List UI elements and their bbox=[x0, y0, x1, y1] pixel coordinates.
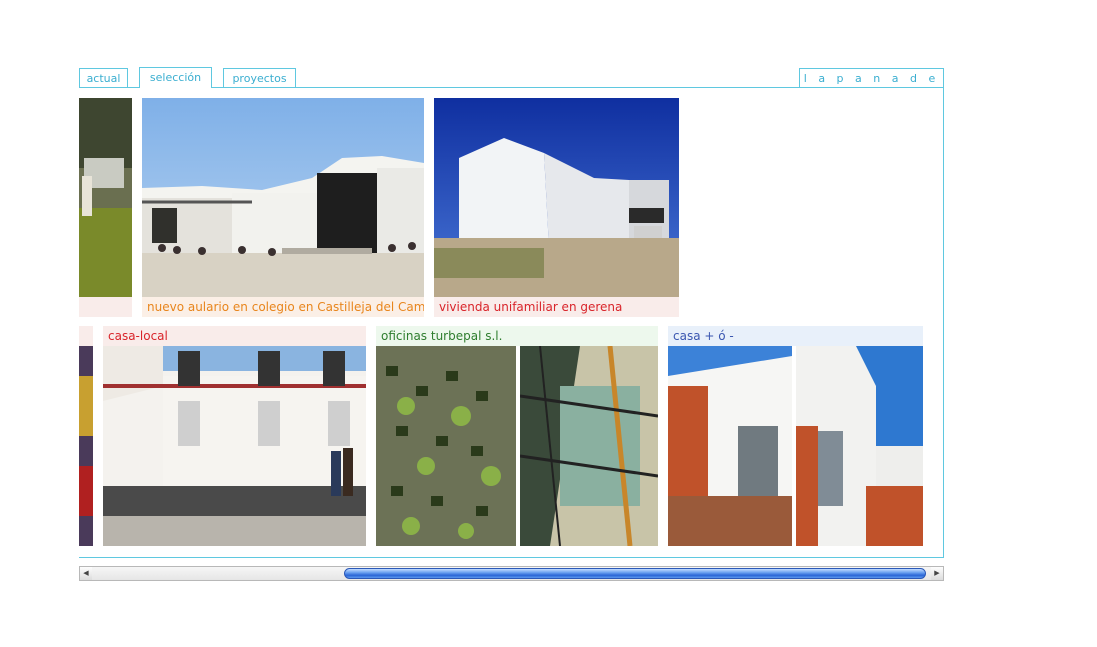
caption-aulario-castilleja[interactable]: nuevo aulario en colegio en Castilleja d… bbox=[142, 297, 424, 317]
tab-actual[interactable]: actual bbox=[79, 68, 128, 87]
gallery-viewport[interactable]: nuevo aulario en colegio en Castilleja d… bbox=[79, 88, 943, 557]
project-photo-partial-1[interactable] bbox=[79, 98, 132, 297]
scroll-right-icon[interactable]: ▶ bbox=[931, 567, 943, 580]
photo-aulario-castilleja[interactable] bbox=[142, 98, 424, 297]
brand-link[interactable]: l a p a n a d e r í a bbox=[799, 68, 944, 104]
photo-casa-local[interactable] bbox=[103, 346, 366, 546]
photo-casa-mas-menos-1[interactable] bbox=[668, 346, 792, 546]
scroll-left-icon[interactable]: ◀ bbox=[80, 567, 92, 580]
horizontal-scrollbar[interactable]: ◀ ▶ bbox=[79, 566, 944, 581]
tab-proyectos[interactable]: proyectos bbox=[223, 68, 296, 87]
caption-partial-2[interactable] bbox=[79, 326, 93, 346]
photo-casa-mas-menos-2[interactable] bbox=[796, 346, 923, 546]
photo-oficinas-turbepal-1[interactable] bbox=[376, 346, 516, 546]
caption-casa-local[interactable]: casa-local bbox=[103, 326, 366, 346]
caption-casa-mas-menos[interactable]: casa + ó - bbox=[668, 326, 923, 346]
photo-oficinas-turbepal-2[interactable] bbox=[520, 346, 658, 546]
caption-oficinas-turbepal[interactable]: oficinas turbepal s.l. bbox=[376, 326, 658, 346]
scrollbar-thumb[interactable] bbox=[344, 568, 926, 579]
project-photo-partial-2[interactable] bbox=[79, 346, 93, 546]
caption-partial-1[interactable] bbox=[79, 297, 132, 317]
photo-vivienda-gerena[interactable] bbox=[434, 98, 679, 297]
caption-vivienda-gerena[interactable]: vivienda unifamiliar en gerena bbox=[434, 297, 679, 317]
tab-seleccion[interactable]: selección bbox=[139, 67, 212, 88]
